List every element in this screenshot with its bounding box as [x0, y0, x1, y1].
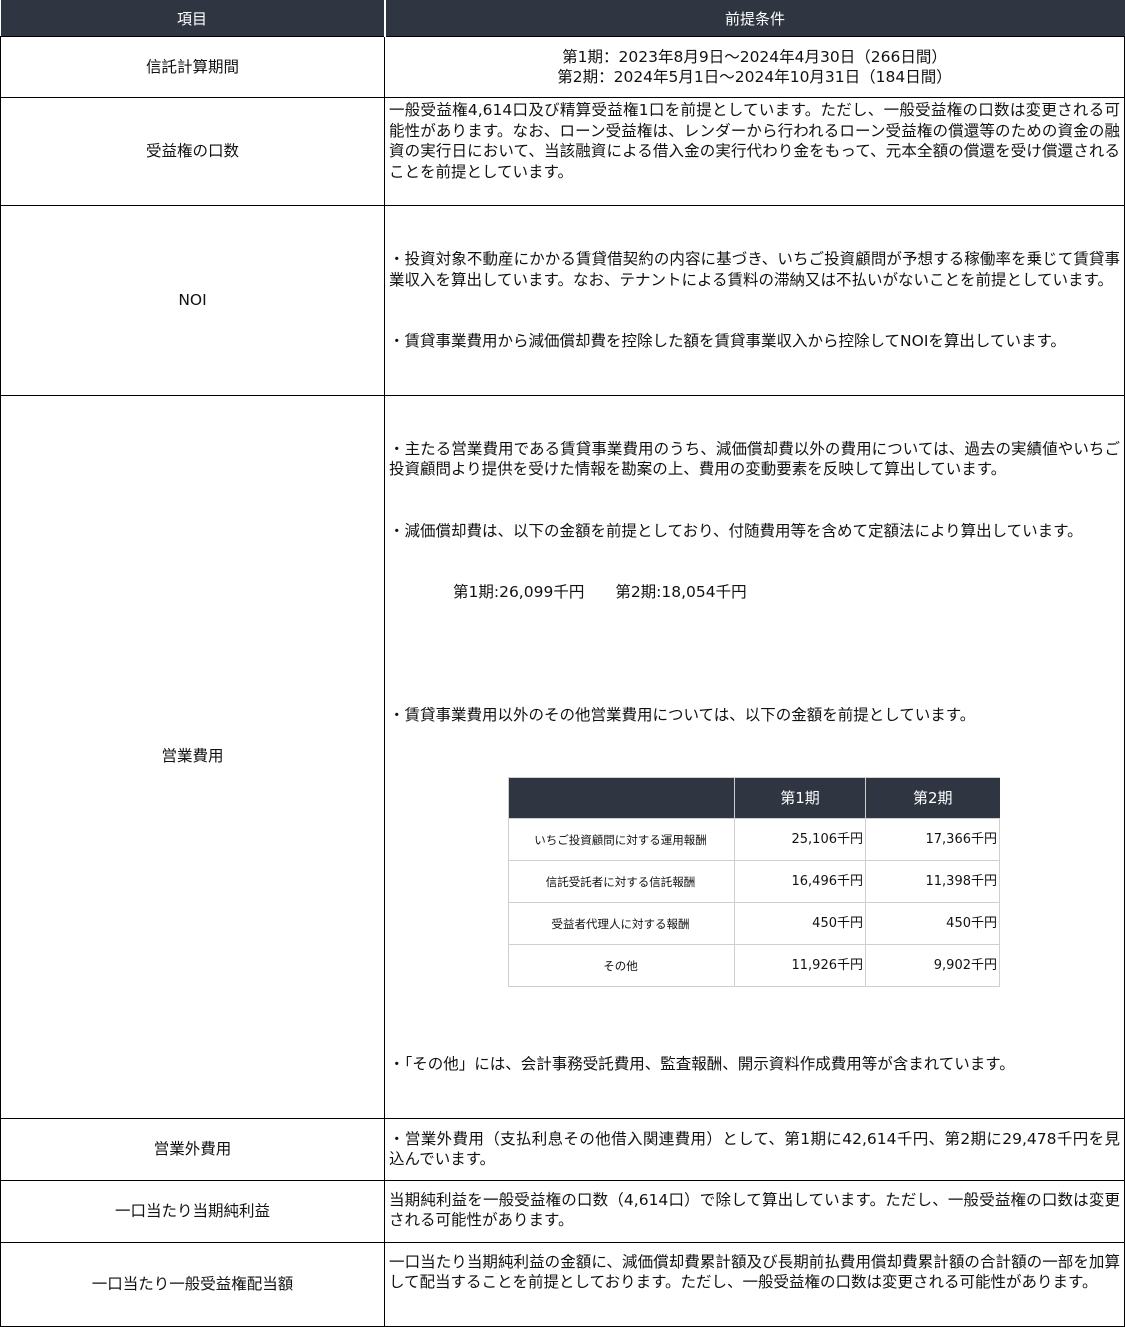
- table-row: 受益者代理人に対する報酬 450千円 450千円: [508, 902, 1000, 945]
- row-net-income-per-unit: 一口当たり当期純利益 当期純利益を一般受益権の口数（4,614口）で除して算出し…: [0, 1179, 1125, 1243]
- row-trust-period: 信託計算期間 第1期：2023年8月9日～2024年4月30日（266日間） 第…: [0, 36, 1125, 98]
- row-content: ・主たる営業費用である賃貸事業費用のうち、減価償却費以外の費用については、過去の…: [384, 394, 1125, 1119]
- fee-period-2: 9,902千円: [865, 944, 1000, 987]
- table-row: 信託受託者に対する信託報酬 16,496千円 11,398千円: [508, 860, 1000, 903]
- fee-period-2: 17,366千円: [865, 818, 1000, 861]
- other-opex-table: 第1期 第2期 いちご投資顧問に対する運用報酬 25,106千円 17,366千…: [508, 777, 1000, 987]
- noi-paragraph-2: ・賃貸事業費用から減価償却費を控除した額を賃貸事業収入から控除してNOIを算出し…: [389, 332, 1066, 350]
- assumptions-table: 項目 前提条件 信託計算期間 第1期：2023年8月9日～2024年4月30日（…: [0, 0, 1125, 1327]
- period-line-1: 第1期：2023年8月9日～2024年4月30日（266日間）: [562, 47, 947, 66]
- row-content: 第1期：2023年8月9日～2024年4月30日（266日間） 第2期：2024…: [384, 36, 1125, 98]
- row-content: ・投資対象不動産にかかる賃貸借契約の内容に基づき、いちご投資顧問が予想する稼働率…: [384, 205, 1125, 396]
- fee-name: 受益者代理人に対する報酬: [508, 902, 735, 945]
- row-non-operating-expenses: 営業外費用 ・営業外費用（支払利息その他借入関連費用）として、第1期に42,61…: [0, 1117, 1125, 1181]
- row-label: NOI: [0, 205, 385, 396]
- sub-header-row: 第1期 第2期: [508, 777, 1000, 819]
- sub-header-period-1: 第1期: [734, 777, 866, 819]
- row-content: ・営業外費用（支払利息その他借入関連費用）として、第1期に42,614千円、第2…: [384, 1117, 1125, 1181]
- fee-period-1: 11,926千円: [734, 944, 866, 987]
- row-content: 一般受益権4,614口及び精算受益権1口を前提としています。ただし、一般受益権の…: [384, 97, 1125, 206]
- row-dividend-per-unit: 一口当たり一般受益権配当額 一口当たり当期純利益の金額に、減価償却費累計額及び長…: [0, 1241, 1125, 1327]
- row-units: 受益権の口数 一般受益権4,614口及び精算受益権1口を前提としています。ただし…: [0, 97, 1125, 206]
- fee-period-2: 11,398千円: [865, 860, 1000, 903]
- assumptions-table-container: 項目 前提条件 信託計算期間 第1期：2023年8月9日～2024年4月30日（…: [0, 0, 1125, 1327]
- opex-paragraph-2: ・減価償却費は、以下の金額を前提としており、付随費用等を含めて定額法により算出し…: [389, 521, 1083, 540]
- table-row: いちご投資顧問に対する運用報酬 25,106千円 17,366千円: [508, 818, 1000, 861]
- sub-header-blank: [508, 777, 735, 819]
- header-assumption: 前提条件: [384, 0, 1125, 37]
- fee-name: 信託受託者に対する信託報酬: [508, 860, 735, 903]
- header-item: 項目: [0, 0, 386, 37]
- row-content: 当期純利益を一般受益権の口数（4,614口）で除して算出しています。ただし、一般…: [384, 1179, 1125, 1243]
- fee-name: いちご投資顧問に対する運用報酬: [508, 818, 735, 861]
- row-noi: NOI ・投資対象不動産にかかる賃貸借契約の内容に基づき、いちご投資顧問が予想す…: [0, 205, 1125, 396]
- fee-period-1: 16,496千円: [734, 860, 866, 903]
- opex-paragraph-1: ・主たる営業費用である賃貸事業費用のうち、減価償却費以外の費用については、過去の…: [389, 439, 1120, 479]
- fee-period-2: 450千円: [865, 902, 1000, 945]
- sub-header-period-2: 第2期: [865, 777, 1000, 819]
- fee-name: その他: [508, 944, 735, 987]
- opex-paragraph-4: ・「その他」には、会計事務受託費用、監査報酬、開示資料作成費用等が含まれています…: [389, 1055, 1015, 1073]
- table-row: その他 11,926千円 9,902千円: [508, 944, 1000, 987]
- fee-period-1: 25,106千円: [734, 818, 866, 861]
- depreciation-amounts: 第1期:26,099千円 第2期:18,054千円: [453, 583, 747, 601]
- period-line-2: 第2期：2024年5月1日～2024年10月31日（184日間）: [557, 68, 952, 86]
- header-row: 項目 前提条件: [0, 0, 1125, 37]
- row-label: 一口当たり当期純利益: [0, 1179, 385, 1243]
- noi-paragraph-1: ・投資対象不動産にかかる賃貸借契約の内容に基づき、いちご投資顧問が予想する稼働率…: [389, 250, 1120, 289]
- row-label: 営業費用: [0, 394, 385, 1119]
- dividend-text: 一口当たり当期純利益の金額に、減価償却費累計額及び長期前払費用償却費累計額の合計…: [389, 1252, 1120, 1292]
- row-label: 受益権の口数: [0, 97, 385, 206]
- units-text: 一般受益権4,614口及び精算受益権1口を前提としています。ただし、一般受益権の…: [389, 101, 1120, 181]
- fee-period-1: 450千円: [734, 902, 866, 945]
- row-operating-expenses: 営業費用 ・主たる営業費用である賃貸事業費用のうち、減価償却費以外の費用について…: [0, 394, 1125, 1119]
- opex-paragraph-3: ・賃貸事業費用以外のその他営業費用については、以下の金額を前提としています。: [389, 705, 976, 724]
- net-income-text: 当期純利益を一般受益権の口数（4,614口）で除して算出しています。ただし、一般…: [389, 1190, 1120, 1230]
- non-opex-text: ・営業外費用（支払利息その他借入関連費用）として、第1期に42,614千円、第2…: [389, 1129, 1120, 1169]
- row-label: 一口当たり一般受益権配当額: [0, 1241, 385, 1327]
- row-content: 一口当たり当期純利益の金額に、減価償却費累計額及び長期前払費用償却費累計額の合計…: [384, 1241, 1125, 1327]
- row-label: 信託計算期間: [0, 36, 385, 98]
- row-label: 営業外費用: [0, 1117, 385, 1181]
